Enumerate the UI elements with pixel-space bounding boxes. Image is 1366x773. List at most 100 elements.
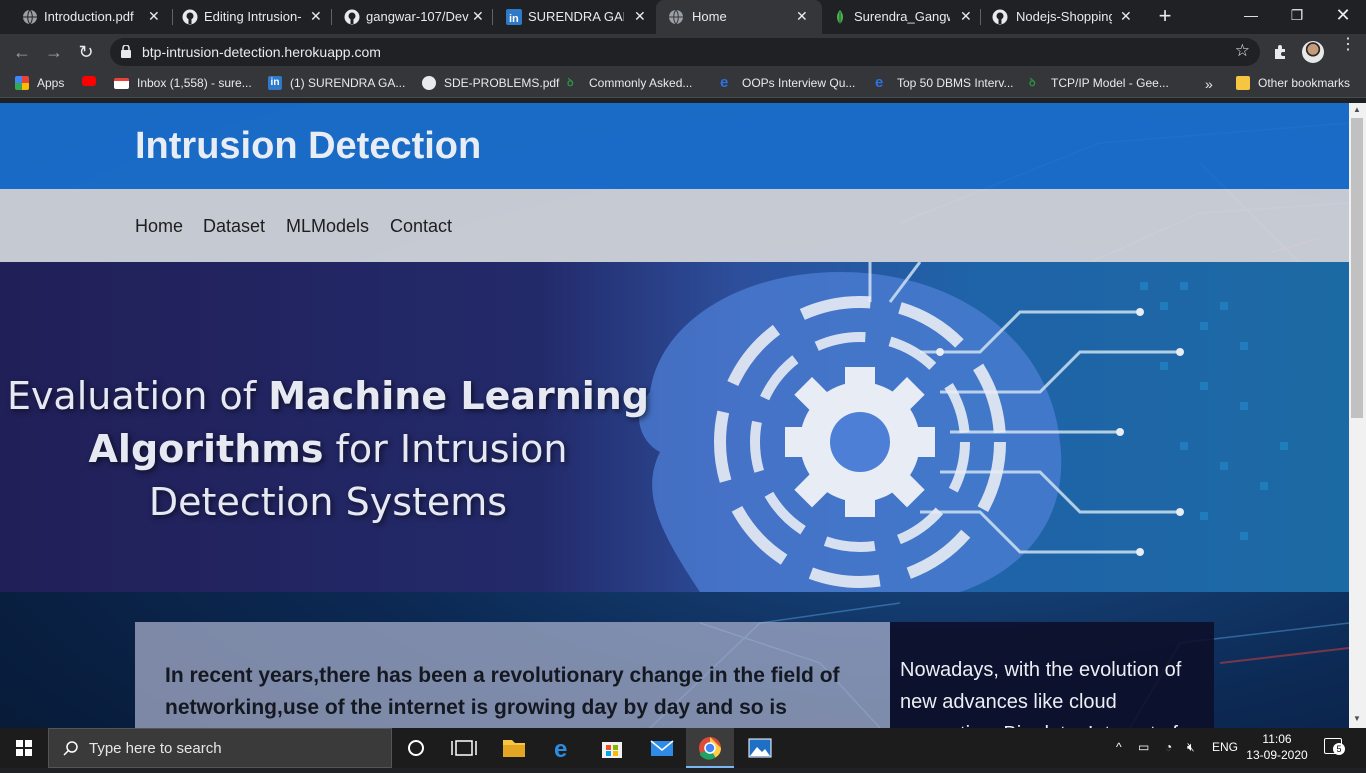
gfg-icon: ꝺ	[1029, 77, 1036, 89]
tab-home[interactable]: Home ✕	[656, 0, 822, 34]
chrome-icon	[699, 737, 721, 760]
store-icon[interactable]	[588, 728, 636, 768]
notification-center-icon[interactable]: 5	[1324, 738, 1345, 755]
scrollbar-thumb[interactable]	[1351, 118, 1363, 418]
bookmark-commonly-asked[interactable]: ꝺ Commonly Asked...	[567, 76, 692, 90]
nav-mlmodels[interactable]: MLModels	[286, 216, 369, 237]
tab-label: Introduction.pdf	[44, 9, 134, 24]
site-nav: Home Dataset MLModels Contact	[0, 189, 1349, 262]
minimize-button[interactable]: —	[1228, 0, 1274, 32]
page-scrollbar[interactable]: ▲ ▼	[1349, 103, 1366, 728]
site-header: Intrusion Detection	[0, 103, 1349, 189]
url-text: btp-intrusion-detection.herokuapp.com	[142, 44, 381, 60]
tab-editing-intrusion[interactable]: Editing Intrusion-D ✕	[160, 0, 330, 34]
new-tab-button[interactable]: +	[1154, 4, 1176, 28]
github-icon	[344, 9, 360, 25]
gmail-icon	[114, 77, 129, 89]
forward-button[interactable]: →	[42, 40, 66, 64]
side-text: Nowadays, with the evolution of new adva…	[900, 659, 1182, 728]
tab-introduction[interactable]: Introduction.pdf ✕	[0, 0, 172, 34]
globe-icon	[422, 76, 436, 90]
bookmark-top50-dbms[interactable]: e Top 50 DBMS Interv...	[875, 74, 1014, 91]
github-icon	[992, 9, 1008, 25]
bookmark-linkedin[interactable]: in (1) SURENDRA GA...	[268, 76, 405, 90]
tab-label: gangwar-107/Dev	[366, 9, 469, 24]
scroll-down-icon[interactable]: ▼	[1353, 714, 1361, 723]
notification-count: 5	[1333, 743, 1345, 755]
file-explorer-icon[interactable]	[490, 728, 538, 768]
speaker-muted-icon[interactable]: 🔇︎	[1187, 740, 1195, 755]
menu-kebab-icon[interactable]: ⋮	[1340, 37, 1356, 53]
clock-time: 11:06	[1262, 732, 1292, 746]
bookmark-gmail[interactable]: Inbox (1,558) - sure...	[114, 76, 252, 90]
banner-line-3: Detection Systems	[148, 480, 508, 524]
hero-banner: Evaluation of Machine Learning Algorithm…	[0, 262, 1349, 592]
bookmark-youtube[interactable]	[82, 76, 104, 86]
address-bar[interactable]: btp-intrusion-detection.herokuapp.com ☆	[110, 38, 1260, 66]
cortana-icon[interactable]	[392, 728, 440, 768]
close-icon[interactable]: ✕	[310, 8, 322, 25]
apps-grid-icon	[15, 76, 29, 90]
bookmark-oops-interview[interactable]: e OOPs Interview Qu...	[720, 75, 855, 90]
bookmark-star-icon[interactable]: ☆	[1235, 41, 1250, 61]
other-bookmarks[interactable]: Other bookmarks	[1236, 76, 1350, 90]
taskbar-search[interactable]: Type here to search	[48, 728, 392, 768]
mail-icon[interactable]	[638, 728, 686, 768]
task-view-icon[interactable]	[440, 728, 488, 768]
tab-label: Surendra_Gangwa	[854, 9, 950, 24]
intro-text: In recent years,there has been a revolut…	[165, 664, 840, 719]
nav-home[interactable]: Home	[135, 216, 183, 237]
scroll-up-icon[interactable]: ▲	[1353, 105, 1361, 114]
back-button[interactable]: ←	[10, 40, 34, 64]
tab-label: Editing Intrusion-D	[204, 9, 302, 24]
site-title: Intrusion Detection	[135, 125, 482, 167]
photos-icon[interactable]	[736, 728, 784, 768]
tab-surendra-gangwar[interactable]: Surendra_Gangwa ✕	[822, 0, 980, 34]
close-icon[interactable]: ✕	[1120, 8, 1132, 25]
bookmarks-overflow-button[interactable]: »	[1205, 76, 1213, 92]
chrome-taskbar-button[interactable]	[686, 728, 734, 768]
web-page: Intrusion Detection Home Dataset MLModel…	[0, 103, 1349, 728]
search-icon	[63, 741, 78, 756]
globe-icon	[23, 9, 37, 25]
bookmark-tcp-ip[interactable]: ꝺ TCP/IP Model - Gee...	[1029, 76, 1169, 90]
tab-gangwar-dev[interactable]: gangwar-107/Dev ✕	[322, 0, 492, 34]
edge-browser-icon[interactable]: e	[540, 728, 588, 768]
close-icon[interactable]: ✕	[796, 8, 808, 25]
bookmark-apps[interactable]: Apps	[15, 76, 64, 90]
extensions-icon[interactable]	[1272, 44, 1288, 60]
reload-button[interactable]: ↻	[74, 40, 98, 64]
close-icon[interactable]: ✕	[472, 8, 484, 25]
bookmarks-bar: Apps Inbox (1,558) - sure... in (1) SURE…	[0, 70, 1366, 98]
gfg-icon: ꝺ	[567, 77, 574, 89]
close-window-button[interactable]: ✕	[1320, 0, 1366, 32]
restore-button[interactable]: ❐	[1274, 0, 1320, 32]
avatar[interactable]	[1302, 41, 1324, 63]
bookmark-sde-problems[interactable]: SDE-PROBLEMS.pdf	[422, 76, 559, 90]
banner-line-1: Evaluation of Machine Learning	[6, 374, 650, 418]
close-icon[interactable]: ✕	[960, 8, 972, 25]
edge-icon: e	[875, 74, 884, 91]
browser-toolbar: ← → ↻ btp-intrusion-detection.herokuapp.…	[0, 34, 1366, 70]
tab-linkedin[interactable]: in SURENDRA GANG ✕	[484, 0, 656, 34]
close-icon[interactable]: ✕	[148, 8, 160, 25]
lock-icon	[121, 45, 131, 58]
wifi-icon[interactable]: ◔	[1165, 740, 1172, 754]
globe-icon	[669, 9, 683, 25]
close-icon[interactable]: ✕	[634, 8, 646, 25]
folder-icon	[1236, 76, 1250, 90]
tab-nodejs-shopping[interactable]: Nodejs-Shopping- ✕	[980, 0, 1144, 34]
leaf-icon	[837, 10, 843, 24]
nav-dataset[interactable]: Dataset	[203, 216, 265, 237]
show-hidden-icons-chevron-icon[interactable]: ^	[1116, 740, 1122, 754]
language-indicator[interactable]: ENG	[1212, 740, 1238, 754]
battery-icon[interactable]: ▭	[1138, 740, 1149, 754]
youtube-icon	[82, 76, 96, 86]
tab-label: SURENDRA GANG	[528, 9, 624, 24]
taskbar: Type here to search e ^ ▭ ◔ 🔇︎ ENG 11:06…	[0, 728, 1366, 768]
clock[interactable]: 11:06 13-09-2020	[1246, 731, 1308, 763]
svg-text:e: e	[554, 736, 567, 763]
nav-contact[interactable]: Contact	[390, 216, 452, 237]
windows-start-icon[interactable]	[0, 728, 48, 768]
linkedin-icon: in	[506, 9, 522, 25]
